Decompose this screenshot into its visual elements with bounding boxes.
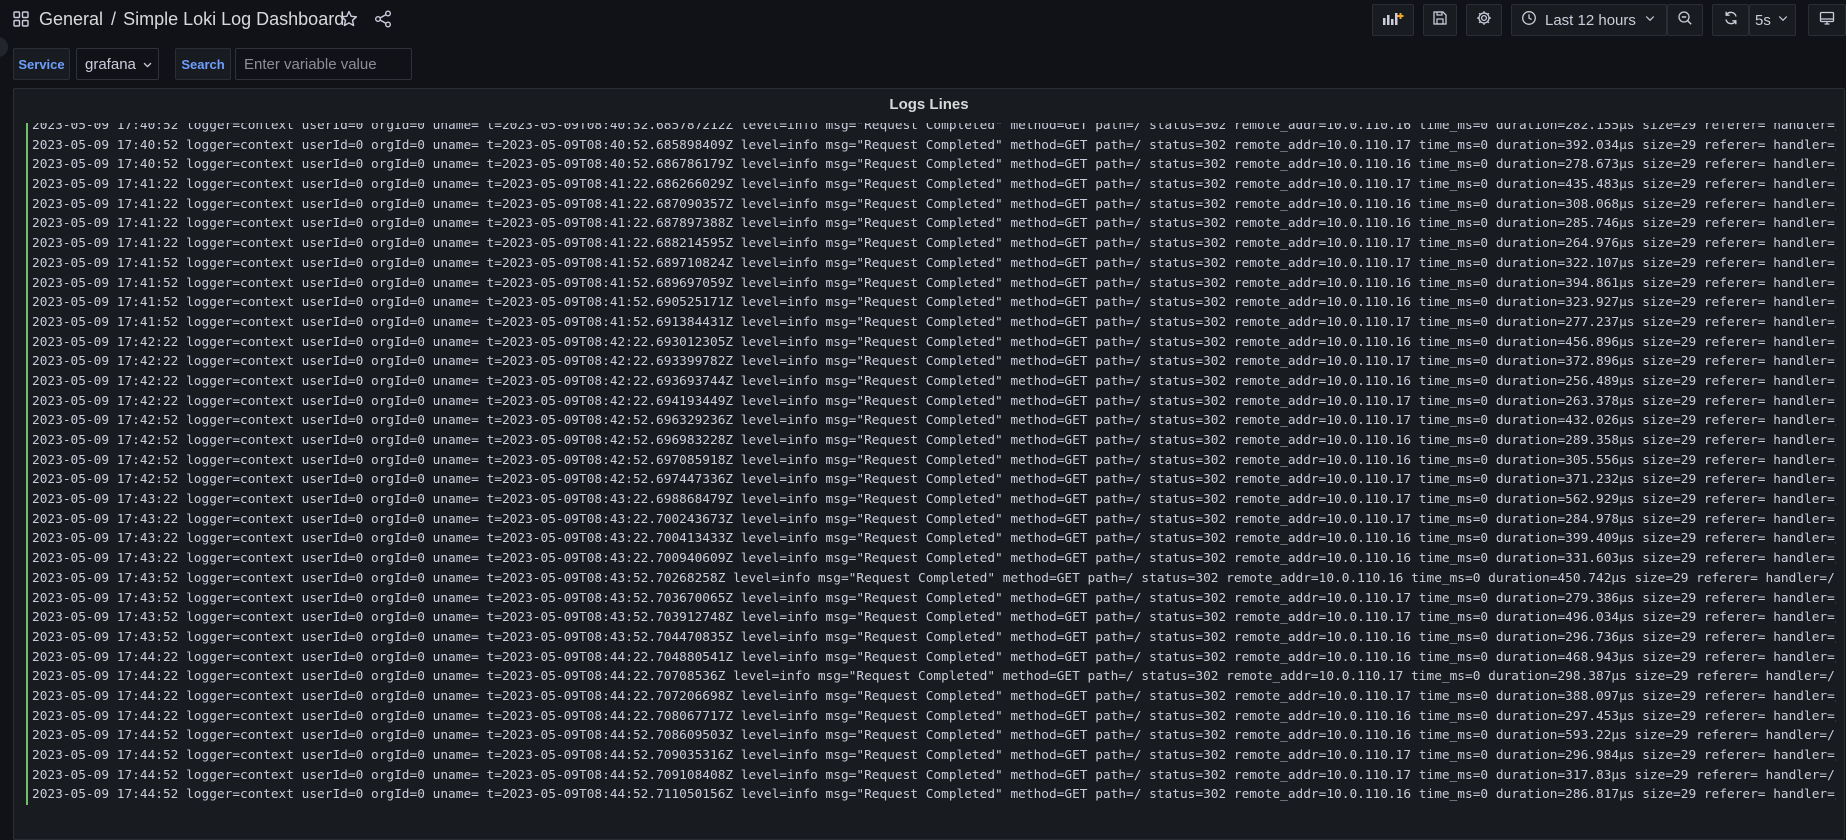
log-row[interactable]: 2023-05-09 17:41:22 logger=context userI… [26,175,1836,195]
log-row[interactable]: 2023-05-09 17:42:52 logger=context userI… [26,431,1836,451]
chevron-down-icon [1644,11,1656,29]
log-row[interactable]: 2023-05-09 17:44:22 logger=context userI… [26,647,1836,668]
logs-panel: Logs Lines 2023-05-09 17:40:52 logger=co… [13,88,1845,840]
log-row[interactable]: 2023-05-09 17:40:52 logger=context userI… [26,155,1836,176]
refresh-button[interactable] [1712,4,1749,36]
log-row[interactable]: 2023-05-09 17:44:52 logger=context userI… [26,765,1836,786]
panel-title[interactable]: Logs Lines [14,96,1844,113]
zoom-out-icon [1677,10,1693,31]
dashboard-title[interactable]: Simple Loki Log Dashboard [123,9,344,29]
refresh-icon [1723,10,1739,31]
save-icon [1432,10,1448,31]
dashboard-navbar: General / Simple Loki Log Dashboard Last… [0,0,1846,40]
log-row[interactable]: 2023-05-09 17:42:22 logger=context userI… [26,352,1836,372]
breadcrumb-separator: / [111,9,117,29]
log-row[interactable]: 2023-05-09 17:41:22 logger=context userI… [26,214,1836,235]
log-row[interactable]: 2023-05-09 17:43:22 logger=context userI… [26,549,1836,569]
refresh-interval-label: 5s [1755,11,1771,29]
dashboard-settings-button[interactable] [1466,4,1502,36]
log-row[interactable]: 2023-05-09 17:43:52 logger=context userI… [26,627,1836,648]
log-row[interactable]: 2023-05-09 17:44:52 logger=context userI… [26,785,1836,806]
log-row[interactable]: 2023-05-09 17:43:22 logger=context userI… [26,529,1836,550]
log-list[interactable]: 2023-05-09 17:40:52 logger=context userI… [26,123,1836,813]
breadcrumb-folder[interactable]: General [39,9,103,29]
log-row[interactable]: 2023-05-09 17:42:52 logger=context userI… [26,470,1836,491]
log-row[interactable]: 2023-05-09 17:44:52 logger=context userI… [26,726,1836,746]
log-row[interactable]: 2023-05-09 17:43:22 logger=context userI… [26,490,1836,510]
log-row[interactable]: 2023-05-09 17:41:52 logger=context userI… [26,273,1836,294]
log-row[interactable]: 2023-05-09 17:41:52 logger=context userI… [26,253,1836,274]
gear-icon [1476,10,1492,31]
chevron-down-icon [142,59,153,70]
search-input[interactable] [235,48,412,80]
log-row[interactable]: 2023-05-09 17:44:52 logger=context userI… [26,746,1836,766]
side-menu-toggle[interactable] [0,37,8,57]
monitor-icon [1819,10,1835,31]
apps-icon[interactable] [13,11,29,27]
log-row[interactable]: 2023-05-09 17:42:52 logger=context userI… [26,450,1836,471]
save-dashboard-button[interactable] [1423,4,1457,36]
log-row[interactable]: 2023-05-09 17:40:52 logger=context userI… [26,135,1836,156]
clock-icon [1521,10,1537,31]
star-icon[interactable] [340,10,358,28]
service-select-value: grafana [85,55,136,73]
log-row[interactable]: 2023-05-09 17:41:52 logger=context userI… [26,293,1836,313]
time-range-picker[interactable]: Last 12 hours [1511,4,1667,36]
chevron-down-icon [1777,11,1789,29]
log-row[interactable]: 2023-05-09 17:44:22 logger=context userI… [26,686,1836,707]
share-icon[interactable] [374,10,392,28]
log-row[interactable]: 2023-05-09 17:42:22 logger=context userI… [26,371,1836,392]
log-row[interactable]: 2023-05-09 17:41:22 logger=context userI… [26,194,1836,215]
breadcrumb: General / Simple Loki Log Dashboard [39,9,344,30]
log-row[interactable]: 2023-05-09 17:43:52 logger=context userI… [26,568,1836,589]
log-row[interactable]: 2023-05-09 17:41:52 logger=context userI… [26,312,1836,333]
log-row[interactable]: 2023-05-09 17:43:22 logger=context userI… [26,509,1836,530]
log-row[interactable]: 2023-05-09 17:44:22 logger=context userI… [26,667,1836,687]
log-row[interactable]: 2023-05-09 17:43:52 logger=context userI… [26,608,1836,628]
variable-label-search: Search [175,48,231,80]
zoom-out-button[interactable] [1667,4,1703,36]
add-panel-icon [1382,10,1404,31]
log-row[interactable]: 2023-05-09 17:41:22 logger=context userI… [26,234,1836,254]
log-row[interactable]: 2023-05-09 17:42:22 logger=context userI… [26,391,1836,412]
variable-label-service: Service [13,48,70,80]
log-row[interactable]: 2023-05-09 17:44:22 logger=context userI… [26,706,1836,727]
service-select[interactable]: grafana [76,48,159,80]
log-row[interactable]: 2023-05-09 17:42:22 logger=context userI… [26,332,1836,353]
log-row[interactable]: 2023-05-09 17:42:52 logger=context userI… [26,411,1836,431]
tv-mode-button[interactable] [1808,4,1846,36]
refresh-interval-picker[interactable]: 5s [1749,4,1796,36]
log-row[interactable]: 2023-05-09 17:40:52 logger=context userI… [26,123,1836,136]
log-row[interactable]: 2023-05-09 17:43:52 logger=context userI… [26,588,1836,609]
time-range-label: Last 12 hours [1545,11,1636,29]
add-panel-button[interactable] [1372,4,1414,36]
